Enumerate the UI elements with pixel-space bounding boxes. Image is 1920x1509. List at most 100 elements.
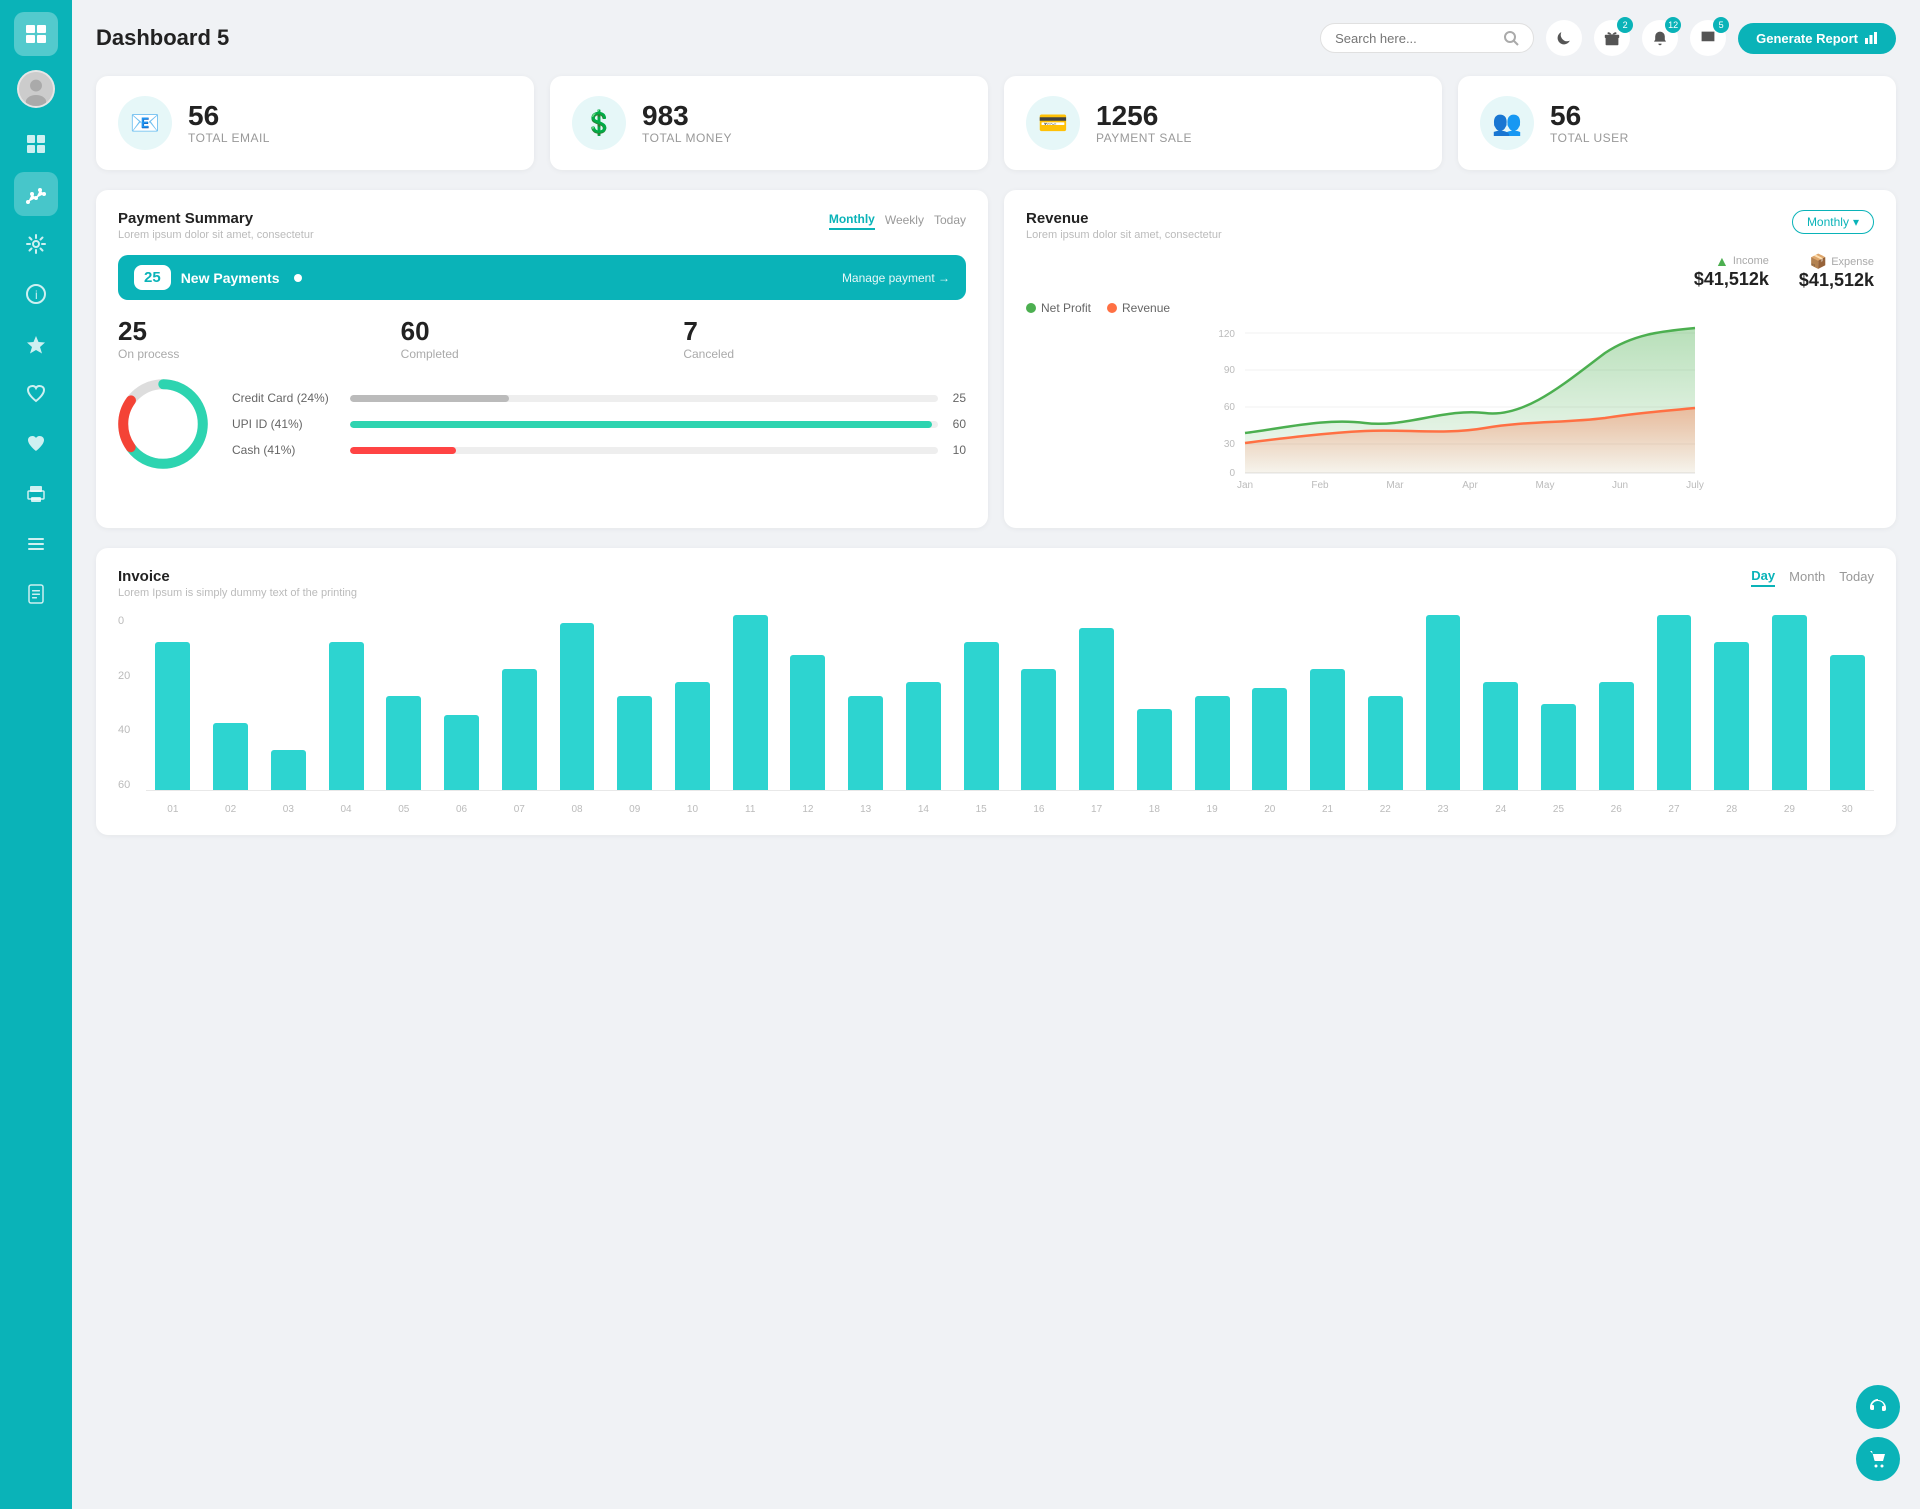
donut-section: Credit Card (24%) 25 UPI ID (41%) 60 Cas… bbox=[118, 379, 966, 469]
progress-bar-bg bbox=[350, 447, 938, 454]
payment-tabs: Monthly Weekly Today bbox=[829, 210, 966, 230]
gift-badge: 2 bbox=[1617, 17, 1633, 33]
revenue-label: Revenue bbox=[1122, 301, 1170, 315]
progress-item: Credit Card (24%) 25 bbox=[232, 391, 966, 405]
payment-stat-completed: 60Completed bbox=[401, 316, 684, 361]
sidebar-logo[interactable] bbox=[14, 12, 58, 56]
gift-button[interactable]: 2 bbox=[1594, 20, 1630, 56]
invoice-tab-day[interactable]: Day bbox=[1751, 568, 1775, 587]
stat-info-payment-sale: 1256 PAYMENT SALE bbox=[1096, 101, 1192, 146]
svg-text:120: 120 bbox=[1218, 329, 1235, 340]
bar-fill bbox=[1483, 682, 1518, 790]
stat-cards: 📧 56 TOTAL EMAIL 💲 983 TOTAL MONEY 💳 125… bbox=[96, 76, 1896, 170]
bar-column bbox=[1532, 615, 1586, 790]
sidebar-item-notes[interactable] bbox=[14, 572, 58, 616]
bar-fill bbox=[386, 696, 421, 790]
progress-bar-fill bbox=[350, 421, 932, 428]
bar-fill bbox=[1657, 615, 1692, 790]
bottom-panels: Payment Summary Lorem ipsum dolor sit am… bbox=[96, 190, 1896, 528]
sidebar-item-list[interactable] bbox=[14, 522, 58, 566]
cart-icon bbox=[1868, 1449, 1888, 1469]
legend-net-profit: Net Profit bbox=[1026, 301, 1091, 315]
sidebar-item-info[interactable]: i bbox=[14, 272, 58, 316]
svg-text:i: i bbox=[35, 288, 38, 302]
sidebar-item-analytics[interactable] bbox=[14, 172, 58, 216]
tab-weekly[interactable]: Weekly bbox=[885, 210, 924, 230]
avatar[interactable] bbox=[17, 70, 55, 108]
new-payments-label: New Payments bbox=[181, 270, 280, 286]
revenue-title: Revenue bbox=[1026, 210, 1222, 227]
revenue-chart: 0 30 60 90 120 bbox=[1026, 323, 1874, 503]
bar-column bbox=[550, 615, 604, 790]
bar-fill bbox=[213, 723, 248, 790]
support-button[interactable] bbox=[1856, 1385, 1900, 1429]
main-content: Dashboard 5 2 bbox=[72, 0, 1920, 1509]
gift-icon bbox=[1604, 30, 1620, 46]
bar-fill bbox=[1426, 615, 1461, 790]
bar-fill bbox=[1021, 669, 1056, 790]
tab-today[interactable]: Today bbox=[934, 210, 966, 230]
new-payments-indicator bbox=[294, 274, 302, 282]
bar-column bbox=[781, 615, 835, 790]
progress-item: Cash (41%) 10 bbox=[232, 443, 966, 457]
invoice-tab-month[interactable]: Month bbox=[1789, 568, 1825, 587]
bar-fill bbox=[964, 642, 999, 790]
bar-column bbox=[1589, 615, 1643, 790]
sidebar-item-heart-fill[interactable] bbox=[14, 422, 58, 466]
search-input[interactable] bbox=[1335, 31, 1495, 46]
bar-column bbox=[492, 615, 546, 790]
progress-value: 60 bbox=[946, 417, 966, 431]
header-right: 2 12 5 Generate Report bbox=[1320, 20, 1896, 56]
bar-column bbox=[608, 615, 662, 790]
stat-info-total-email: 56 TOTAL EMAIL bbox=[188, 101, 270, 146]
legend-revenue: Revenue bbox=[1107, 301, 1170, 315]
revenue-monthly-dropdown[interactable]: Monthly ▾ bbox=[1792, 210, 1874, 234]
bar-chart-inner bbox=[146, 615, 1874, 791]
bell-icon bbox=[1652, 30, 1668, 46]
stat-label-payment-sale: PAYMENT SALE bbox=[1096, 131, 1192, 145]
bar-fill bbox=[617, 696, 652, 790]
chevron-down-icon: ▾ bbox=[1853, 215, 1859, 229]
svg-text:Mar: Mar bbox=[1386, 480, 1404, 491]
manage-payment-link[interactable]: Manage payment → bbox=[842, 271, 950, 285]
messages-button[interactable]: 5 bbox=[1690, 20, 1726, 56]
bar-column bbox=[1358, 615, 1412, 790]
bar-chart-icon bbox=[1864, 31, 1878, 45]
revenue-chart-container: 0 30 60 90 120 bbox=[1026, 323, 1874, 508]
messages-badge: 5 bbox=[1713, 17, 1729, 33]
sidebar-item-printer[interactable] bbox=[14, 472, 58, 516]
sidebar-item-settings[interactable] bbox=[14, 222, 58, 266]
theme-toggle-button[interactable] bbox=[1546, 20, 1582, 56]
invoice-tab-today[interactable]: Today bbox=[1839, 568, 1874, 587]
donut-chart bbox=[118, 379, 208, 469]
cart-button[interactable] bbox=[1856, 1437, 1900, 1481]
svg-text:July: July bbox=[1686, 480, 1704, 491]
notifications-badge: 12 bbox=[1665, 17, 1681, 33]
bar-fill bbox=[1310, 669, 1345, 790]
bar-fill bbox=[1368, 696, 1403, 790]
progress-bar-bg bbox=[350, 421, 938, 428]
invoice-subtitle: Lorem Ipsum is simply dummy text of the … bbox=[118, 587, 357, 599]
progress-list: Credit Card (24%) 25 UPI ID (41%) 60 Cas… bbox=[232, 391, 966, 457]
stat-icon-total-email: 📧 bbox=[118, 96, 172, 150]
sidebar-item-heart-outline[interactable] bbox=[14, 372, 58, 416]
header: Dashboard 5 2 bbox=[96, 20, 1896, 56]
payment-stat-on-process: 25On process bbox=[118, 316, 401, 361]
net-profit-dot bbox=[1026, 303, 1036, 313]
sidebar-item-star[interactable] bbox=[14, 322, 58, 366]
stat-number-payment-sale: 1256 bbox=[1096, 101, 1192, 132]
notifications-button[interactable]: 12 bbox=[1642, 20, 1678, 56]
stat-label-total-money: TOTAL MONEY bbox=[642, 131, 732, 145]
bar-fill bbox=[1830, 655, 1865, 790]
generate-report-button[interactable]: Generate Report bbox=[1738, 23, 1896, 54]
stat-icon-total-money: 💲 bbox=[572, 96, 626, 150]
progress-label: UPI ID (41%) bbox=[232, 417, 342, 431]
payment-summary-subtitle: Lorem ipsum dolor sit amet, consectetur bbox=[118, 229, 314, 241]
search-icon bbox=[1503, 30, 1519, 46]
bar-fill bbox=[790, 655, 825, 790]
sidebar-item-dashboard[interactable] bbox=[14, 122, 58, 166]
tab-monthly[interactable]: Monthly bbox=[829, 210, 875, 230]
revenue-dot bbox=[1107, 303, 1117, 313]
svg-text:Jun: Jun bbox=[1612, 480, 1628, 491]
x-axis-labels: 0102030405060708091011121314151617181920… bbox=[146, 804, 1874, 815]
